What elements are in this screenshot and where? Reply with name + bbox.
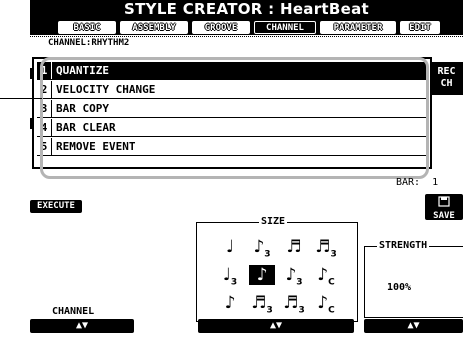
note-sub: 3 bbox=[264, 249, 271, 260]
note-sixteenth-swing-icon[interactable]: ♬3 bbox=[281, 293, 307, 316]
note-eighth-alt-icon[interactable]: ♪ bbox=[217, 293, 243, 313]
note-glyph: ♪ bbox=[253, 237, 265, 257]
bar-value: 1 bbox=[432, 177, 439, 188]
save-label: SAVE bbox=[433, 211, 455, 221]
note-glyph: ♪ bbox=[224, 293, 236, 313]
note-sub: C bbox=[328, 305, 335, 316]
note-glyph: ♪ bbox=[285, 265, 297, 285]
size-updown-button[interactable]: ▲▼ bbox=[198, 319, 354, 333]
channel-label: CHANNEL:RHYTHM2 bbox=[48, 38, 130, 48]
divider bbox=[30, 36, 463, 37]
tab-channel[interactable]: CHANNEL bbox=[254, 21, 316, 34]
channel-updown-button[interactable]: ▲▼ bbox=[30, 319, 134, 333]
tab-parameter[interactable]: PARAMETER bbox=[320, 21, 396, 34]
note-eighth-triplet-icon[interactable]: ♪3 bbox=[249, 237, 275, 260]
list-highlight-frame bbox=[40, 57, 429, 179]
execute-button[interactable]: EXECUTE bbox=[30, 200, 82, 213]
note-sub: 3 bbox=[330, 249, 337, 260]
note-glyph: ♪ bbox=[317, 265, 329, 285]
tab-assembly[interactable]: ASSEMBLY bbox=[120, 21, 188, 34]
bar-indicator: BAR: 1 bbox=[396, 178, 438, 188]
rec-label: REC bbox=[437, 66, 456, 77]
size-label: SIZE bbox=[259, 216, 288, 227]
note-sub: 3 bbox=[296, 277, 303, 288]
channel-footer-label: CHANNEL bbox=[52, 306, 95, 317]
note-eighth-icon[interactable]: ♪ bbox=[249, 265, 275, 285]
note-quarter-icon[interactable]: ♩ bbox=[217, 237, 243, 257]
note-glyph: ♬ bbox=[283, 293, 299, 313]
note-glyph: ♩ bbox=[222, 265, 231, 285]
size-panel: SIZE ♩ ♪3 ♬ ♬3 ♩3 ♪ ♪3 ♪C ♪ ♬3 ♬3 ♪C bbox=[196, 217, 358, 322]
note-sub: 3 bbox=[266, 305, 273, 316]
note-sixteenth-triplet-icon[interactable]: ♬3 bbox=[313, 237, 339, 260]
tab-groove[interactable]: GROOVE bbox=[192, 21, 250, 34]
note-sixteenth-combined-icon[interactable]: ♪C bbox=[313, 293, 339, 316]
save-button[interactable]: SAVE bbox=[425, 194, 463, 221]
note-sub: C bbox=[328, 277, 335, 288]
tab-bar: BASIC ASSEMBLY GROOVE CHANNEL PARAMETER … bbox=[30, 19, 463, 35]
callout-line bbox=[0, 98, 42, 99]
note-glyph: ♬ bbox=[251, 293, 267, 313]
note-quarter-triplet-icon[interactable]: ♩3 bbox=[217, 265, 243, 288]
tab-basic[interactable]: BASIC bbox=[58, 21, 116, 34]
bar-label: BAR: bbox=[396, 177, 421, 188]
tab-edit[interactable]: EDIT bbox=[400, 21, 440, 34]
note-sub: 3 bbox=[298, 305, 305, 316]
note-sixteenth-icon[interactable]: ♬ bbox=[281, 237, 307, 257]
note-glyph: ♪ bbox=[317, 293, 329, 313]
note-eighth-swing-icon[interactable]: ♪3 bbox=[281, 265, 307, 288]
window-title: STYLE CREATOR : HeartBeat bbox=[30, 0, 463, 19]
note-glyph: ♩ bbox=[225, 237, 235, 257]
note-sixteenth-triplet-alt-icon[interactable]: ♬3 bbox=[249, 293, 275, 316]
ch-label: CH bbox=[440, 78, 453, 89]
note-glyph: ♬ bbox=[315, 237, 331, 257]
strength-updown-button[interactable]: ▲▼ bbox=[364, 319, 463, 333]
rec-ch-button[interactable]: REC CH bbox=[430, 62, 463, 95]
strength-label: STRENGTH bbox=[377, 240, 430, 251]
strength-panel: STRENGTH bbox=[364, 241, 463, 318]
note-sub: 3 bbox=[230, 277, 238, 288]
note-glyph: ♪ bbox=[256, 265, 268, 285]
note-glyph: ♬ bbox=[286, 237, 302, 257]
strength-value: 100% bbox=[387, 282, 412, 293]
floppy-disk-icon bbox=[438, 196, 450, 207]
note-eighth-combined-icon[interactable]: ♪C bbox=[313, 265, 339, 288]
